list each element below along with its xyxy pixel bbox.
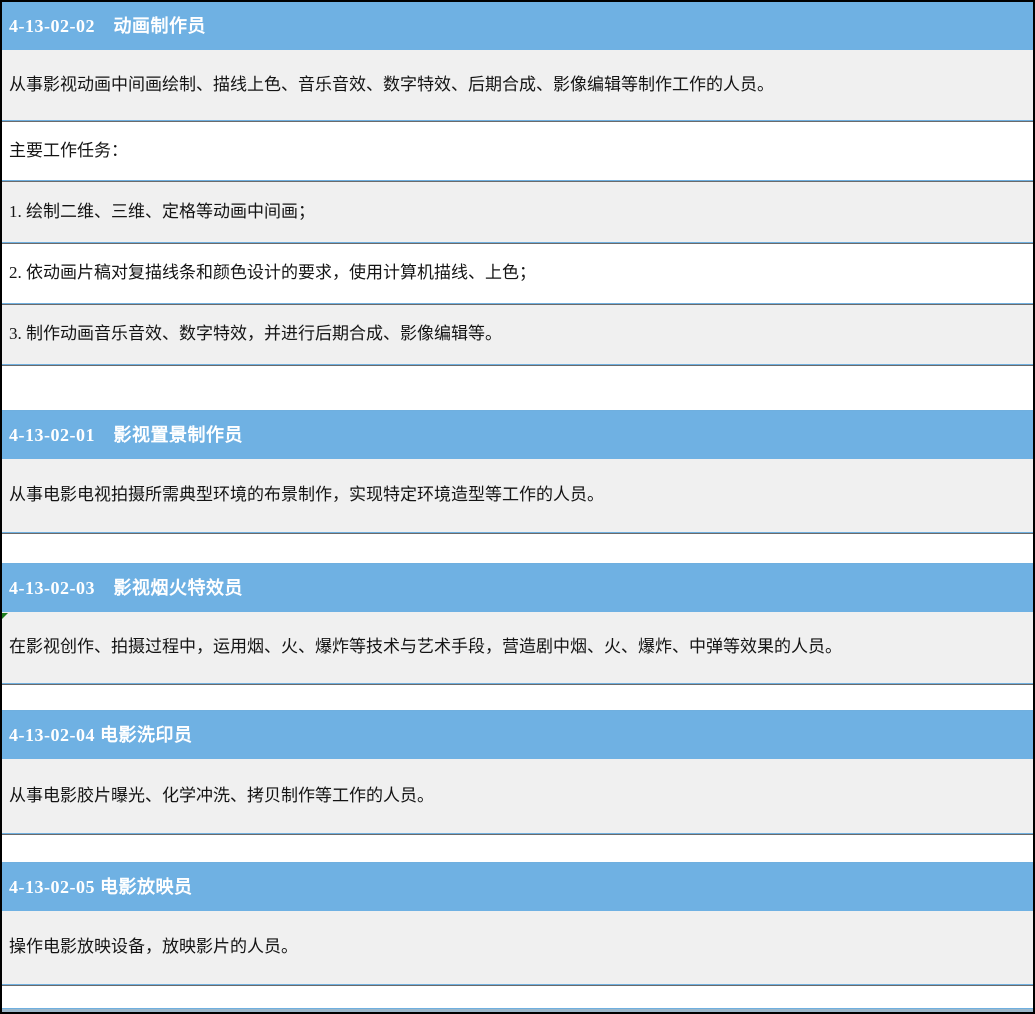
spacer-row (2, 684, 1033, 711)
task-item-2: 2. 依动画片稿对复描线条和颜色设计的要求，使用计算机描线、上色； (2, 243, 1033, 304)
section-description: 操作电影放映设备，放映影片的人员。 (2, 911, 1033, 985)
section-header-4-13-02-02: 4-13-02-02 动画制作员 (2, 2, 1033, 50)
spacer-row (2, 834, 1033, 863)
section-header-4-13-02-04: 4-13-02-04 电影洗印员 (2, 711, 1033, 759)
section-description-text: 在影视创作、拍摄过程中，运用烟、火、爆炸等技术与艺术手段，营造剧中烟、火、爆炸、… (9, 636, 842, 659)
section-description: 在影视创作、拍摄过程中，运用烟、火、爆炸等技术与艺术手段，营造剧中烟、火、爆炸、… (2, 612, 1033, 684)
bottom-divider (2, 1009, 1033, 1012)
section-header-4-13-02-03: 4-13-02-03 影视烟火特效员 (2, 564, 1033, 612)
section-description: 从事影视动画中间画绘制、描线上色、音乐音效、数字特效、后期合成、影像编辑等制作工… (2, 50, 1033, 121)
section-description: 从事电影胶片曝光、化学冲洗、拷贝制作等工作的人员。 (2, 759, 1033, 834)
section-description: 从事电影电视拍摄所需典型环境的布景制作，实现特定环境造型等工作的人员。 (2, 459, 1033, 533)
section-header-4-13-02-01: 4-13-02-01 影视置景制作员 (2, 411, 1033, 459)
occupation-classification-page: 4-13-02-02 动画制作员 从事影视动画中间画绘制、描线上色、音乐音效、数… (0, 0, 1035, 1014)
cell-comment-marker-icon (2, 613, 8, 619)
section-header-4-13-02-05: 4-13-02-05 电影放映员 (2, 863, 1033, 911)
spacer-row (2, 985, 1033, 1009)
spacer-row (2, 365, 1033, 411)
spacer-row (2, 533, 1033, 564)
task-item-1: 1. 绘制二维、三维、定格等动画中间画； (2, 181, 1033, 243)
task-item-3: 3. 制作动画音乐音效、数字特效，并进行后期合成、影像编辑等。 (2, 304, 1033, 365)
tasks-label: 主要工作任务： (2, 121, 1033, 181)
